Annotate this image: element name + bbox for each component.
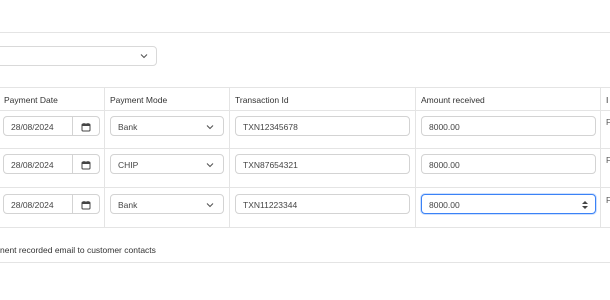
calendar-icon[interactable] [81, 160, 91, 170]
cut-off-cell: F [606, 195, 610, 205]
amount-received-input[interactable]: 8000.00 [421, 194, 596, 214]
calendar-icon[interactable] [81, 122, 91, 132]
transaction-id-value: TXN11223344 [243, 200, 298, 210]
amount-received-value: 8000.00 [429, 160, 460, 170]
transaction-id-value: TXN87654321 [243, 160, 298, 170]
payment-date-value: 28/08/2024 [11, 122, 54, 132]
chevron-down-icon [206, 163, 214, 168]
column-divider [600, 87, 601, 228]
amount-received-value: 8000.00 [429, 122, 460, 132]
row-divider [0, 227, 610, 228]
cut-off-cell: F [606, 155, 610, 165]
payment-date-input[interactable]: 28/08/2024 [3, 154, 100, 174]
chevron-down-icon [206, 125, 214, 130]
row-divider [0, 148, 610, 149]
payment-date-value: 28/08/2024 [11, 200, 54, 210]
amount-received-input[interactable]: 8000.00 [421, 116, 596, 136]
row-divider [0, 187, 610, 188]
column-divider [415, 87, 416, 228]
column-divider [104, 87, 105, 228]
amount-received-input[interactable]: 8000.00 [421, 154, 596, 174]
amount-received-value: 8000.00 [429, 200, 460, 210]
transaction-id-value: TXN12345678 [243, 122, 298, 132]
payment-mode-value: Bank [118, 122, 138, 132]
chevron-down-icon [140, 54, 148, 59]
transaction-id-input[interactable]: TXN12345678 [235, 116, 410, 136]
payment-mode-select[interactable]: Bank [110, 116, 224, 136]
send-email-checkbox-label[interactable]: nent recorded email to customer contacts [0, 245, 156, 255]
calendar-icon[interactable] [81, 200, 91, 210]
column-header-transaction-id: Transaction Id [235, 95, 289, 105]
payment-mode-select[interactable]: CHIP [110, 154, 224, 174]
transaction-id-input[interactable]: TXN11223344 [235, 194, 410, 214]
payment-mode-value: Bank [118, 200, 138, 210]
payment-date-input[interactable]: 28/08/2024 [3, 194, 100, 214]
filter-select[interactable] [0, 46, 157, 66]
cut-off-cell: F [606, 117, 610, 127]
bottom-divider [0, 262, 610, 263]
column-divider [229, 87, 230, 228]
spinner-icon[interactable] [581, 199, 589, 211]
transaction-id-input[interactable]: TXN87654321 [235, 154, 410, 174]
payment-mode-value: CHIP [118, 160, 139, 170]
table-header [0, 87, 610, 111]
payment-mode-select[interactable]: Bank [110, 194, 224, 214]
top-divider [0, 32, 610, 33]
column-header-payment-date: Payment Date [4, 95, 58, 105]
column-header-payment-mode: Payment Mode [110, 95, 168, 105]
payment-date-value: 28/08/2024 [11, 160, 54, 170]
column-header-amount-received: Amount received [421, 95, 485, 105]
column-header-cut-off: I [606, 95, 609, 105]
chevron-down-icon [206, 203, 214, 208]
payment-date-input[interactable]: 28/08/2024 [3, 116, 100, 136]
